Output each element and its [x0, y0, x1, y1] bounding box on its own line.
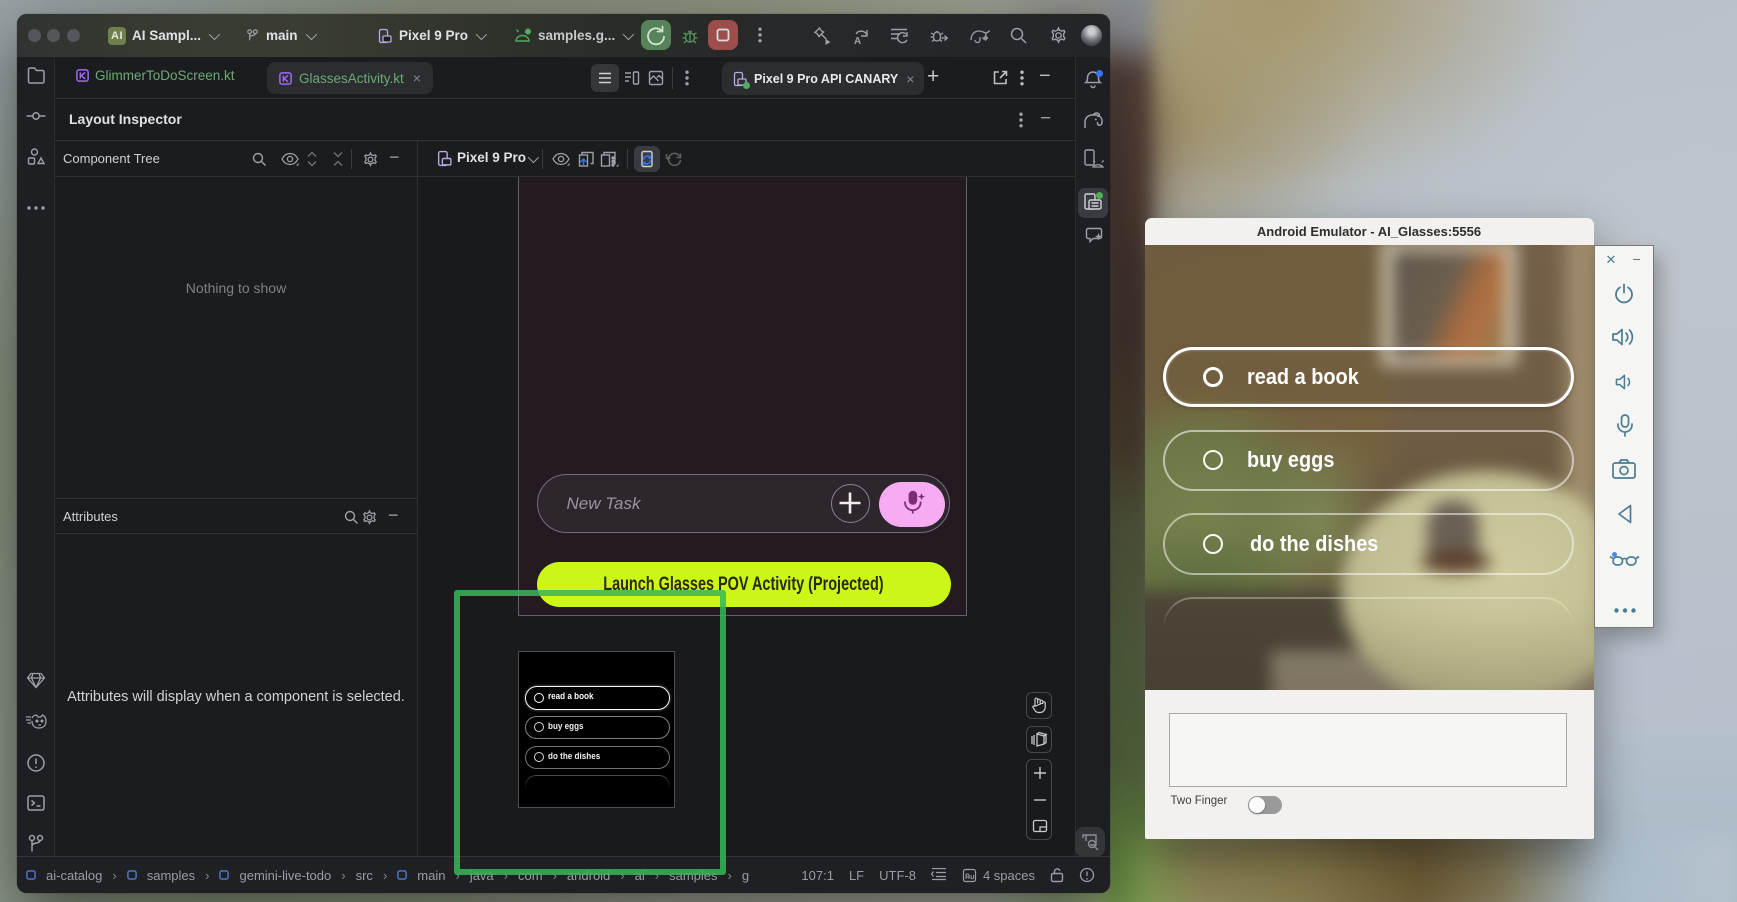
svg-text:A: A — [854, 36, 861, 46]
